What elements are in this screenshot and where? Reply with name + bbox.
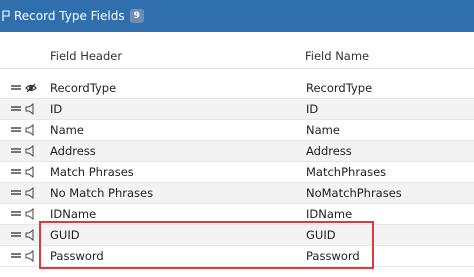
table-row[interactable]: No Match Phrases NoMatchPhrases [0,183,474,204]
table-row[interactable]: GUID GUID [0,225,474,246]
field-name-cell: Password [306,249,360,263]
drag-handle-icon[interactable] [11,85,21,90]
column-header-row: Field Header Field Name [0,40,474,69]
field-name-cell: IDName [306,207,353,221]
speaker-icon[interactable] [25,166,37,178]
table-row[interactable]: Match Phrases MatchPhrases [0,162,474,183]
drag-handle-icon[interactable] [11,106,21,111]
field-name-cell: RecordType [306,81,373,95]
speaker-icon[interactable] [25,145,37,157]
field-header-cell: No Match Phrases [50,186,154,200]
flag-icon [2,10,10,21]
field-header-cell: Name [50,123,84,137]
panel-title: Record Type Fields [14,9,125,23]
eye-icon[interactable] [25,82,37,94]
drag-handle-icon[interactable] [11,190,21,195]
speaker-icon[interactable] [25,103,37,115]
drag-handle-icon[interactable] [11,169,21,174]
speaker-icon[interactable] [25,208,37,220]
speaker-icon[interactable] [25,124,37,136]
speaker-icon[interactable] [25,250,37,262]
field-name-cell: Address [306,144,352,158]
field-name-cell: NoMatchPhrases [306,186,402,200]
table-row[interactable]: IDName IDName [0,204,474,225]
field-header-cell: IDName [50,207,97,221]
field-name-cell: MatchPhrases [306,165,387,179]
drag-handle-icon[interactable] [11,232,21,237]
table-row[interactable]: Name Name [0,120,474,141]
field-name-cell: GUID [306,228,336,242]
field-name-cell: ID [306,102,319,116]
field-header-cell: Address [50,144,96,158]
drag-handle-icon[interactable] [11,211,21,216]
drag-handle-icon[interactable] [11,148,21,153]
field-name-cell: Name [306,123,340,137]
field-count-badge: 9 [129,9,144,23]
column-header-field-header[interactable]: Field Header [50,49,122,63]
field-header-cell: RecordType [50,81,117,95]
table-row[interactable]: RecordType RecordType [0,78,474,99]
table-row[interactable]: ID ID [0,99,474,120]
field-header-cell: ID [50,102,63,116]
table-row[interactable]: Address Address [0,141,474,162]
drag-handle-icon[interactable] [11,253,21,258]
field-header-cell: GUID [50,228,80,242]
speaker-icon[interactable] [25,229,37,241]
speaker-icon[interactable] [25,187,37,199]
drag-handle-icon[interactable] [11,127,21,132]
column-header-field-name[interactable]: Field Name [305,49,369,63]
field-header-cell: Match Phrases [50,165,134,179]
field-header-cell: Password [50,249,104,263]
table-row[interactable]: Password Password [0,246,474,267]
panel-header: Record Type Fields 9 [0,0,474,32]
